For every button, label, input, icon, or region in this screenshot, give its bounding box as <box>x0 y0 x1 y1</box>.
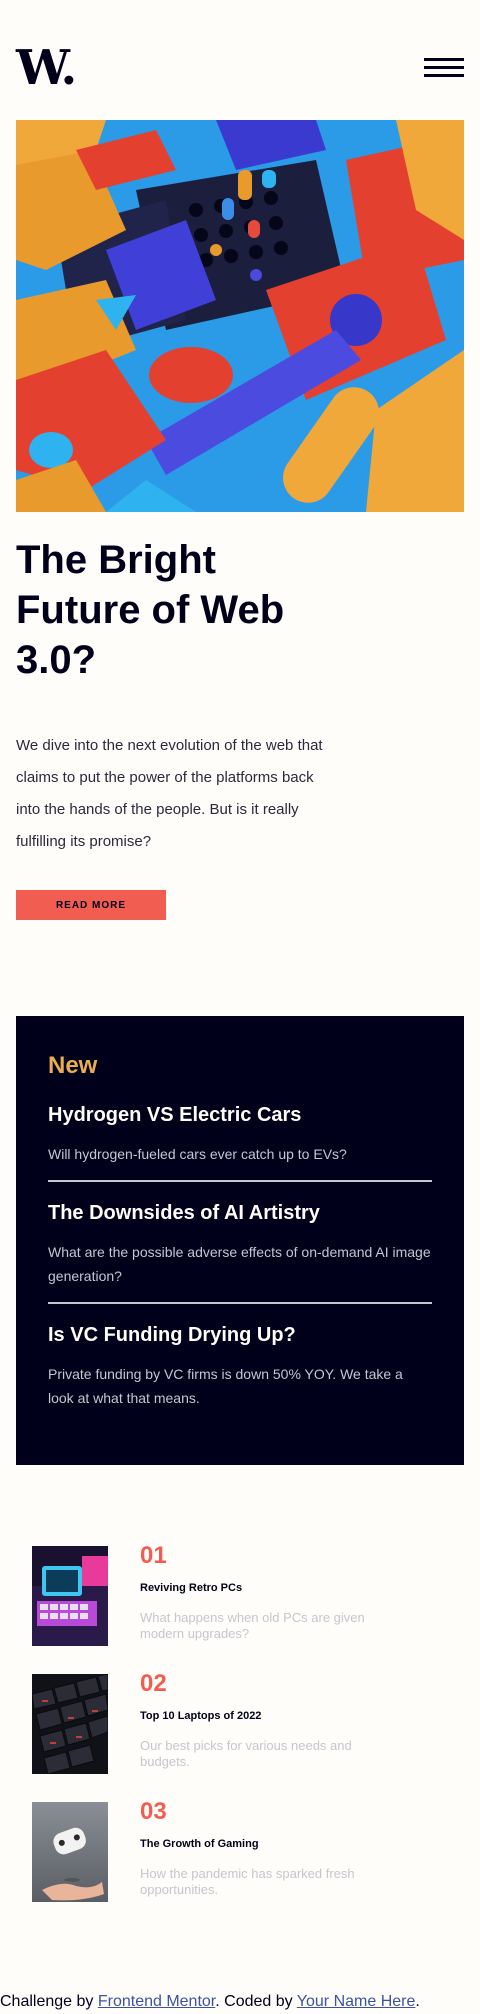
gaming-thumbnail[interactable] <box>32 1802 108 1902</box>
author-link[interactable]: Your Name Here <box>297 1993 416 2010</box>
news-item-title[interactable]: Hydrogen VS Electric Cars <box>48 1102 432 1128</box>
list-item-title[interactable]: The Growth of Gaming <box>140 1838 259 1850</box>
list-number: 02 <box>140 1670 167 1697</box>
news-item-title[interactable]: Is VC Funding Drying Up? <box>48 1322 432 1348</box>
hero-image <box>16 120 464 512</box>
frontend-mentor-link[interactable]: Frontend Mentor <box>98 1993 215 2010</box>
list-item-description: How the pandemic has sparked fresh oppor… <box>140 1866 355 1897</box>
list-item-description: What happens when old PCs are given mode… <box>140 1610 365 1641</box>
news-item: The Downsides of AI Artistry What are th… <box>48 1180 432 1302</box>
footer-middle: . Coded by <box>215 1993 297 2010</box>
logo-letter: W <box>16 40 62 96</box>
attribution-footer: Challenge by Frontend Mentor. Coded by Y… <box>0 1993 420 2011</box>
new-heading: New <box>48 1052 98 1079</box>
laptops-thumbnail[interactable] <box>32 1674 108 1774</box>
hamburger-menu-icon[interactable] <box>424 58 464 78</box>
list-item: 02 Top 10 Laptops of 2022 Our best picks… <box>32 1670 432 1774</box>
news-item-title[interactable]: The Downsides of AI Artistry <box>48 1200 432 1226</box>
news-item-description: Private funding by VC firms is down 50% … <box>48 1366 403 1406</box>
list-number: 01 <box>140 1542 167 1569</box>
logo-dot: . <box>60 40 77 96</box>
list-number: 03 <box>140 1798 167 1825</box>
logo[interactable]: W. <box>16 40 77 96</box>
new-articles-panel: New Hydrogen VS Electric Cars Will hydro… <box>16 1016 464 1465</box>
read-more-button[interactable]: READ MORE <box>16 890 166 920</box>
retro-pcs-thumbnail[interactable] <box>32 1546 108 1646</box>
hero-description: We dive into the next evolution of the w… <box>16 737 323 850</box>
list-item: 01 Reviving Retro PCs What happens when … <box>32 1542 432 1646</box>
list-item-description: Our best picks for various needs and bud… <box>140 1738 352 1769</box>
list-item-title[interactable]: Top 10 Laptops of 2022 <box>140 1710 261 1722</box>
list-item-title[interactable]: Reviving Retro PCs <box>140 1582 242 1594</box>
list-item: 03 The Growth of Gaming How the pandemic… <box>32 1798 432 1902</box>
footer-suffix: . <box>415 1993 420 2010</box>
news-item-description: What are the possible adverse effects of… <box>48 1244 431 1284</box>
news-item: Hydrogen VS Electric Cars Will hydrogen-… <box>48 1102 432 1180</box>
news-item: Is VC Funding Drying Up? Private funding… <box>48 1302 432 1424</box>
site-header: W. <box>16 40 464 100</box>
top-articles-list: 01 Reviving Retro PCs What happens when … <box>32 1542 432 1926</box>
news-item-description: Will hydrogen-fueled cars ever catch up … <box>48 1146 347 1162</box>
hero-title: The Bright Future of Web 3.0? <box>16 538 285 682</box>
footer-prefix: Challenge by <box>0 1993 98 2010</box>
